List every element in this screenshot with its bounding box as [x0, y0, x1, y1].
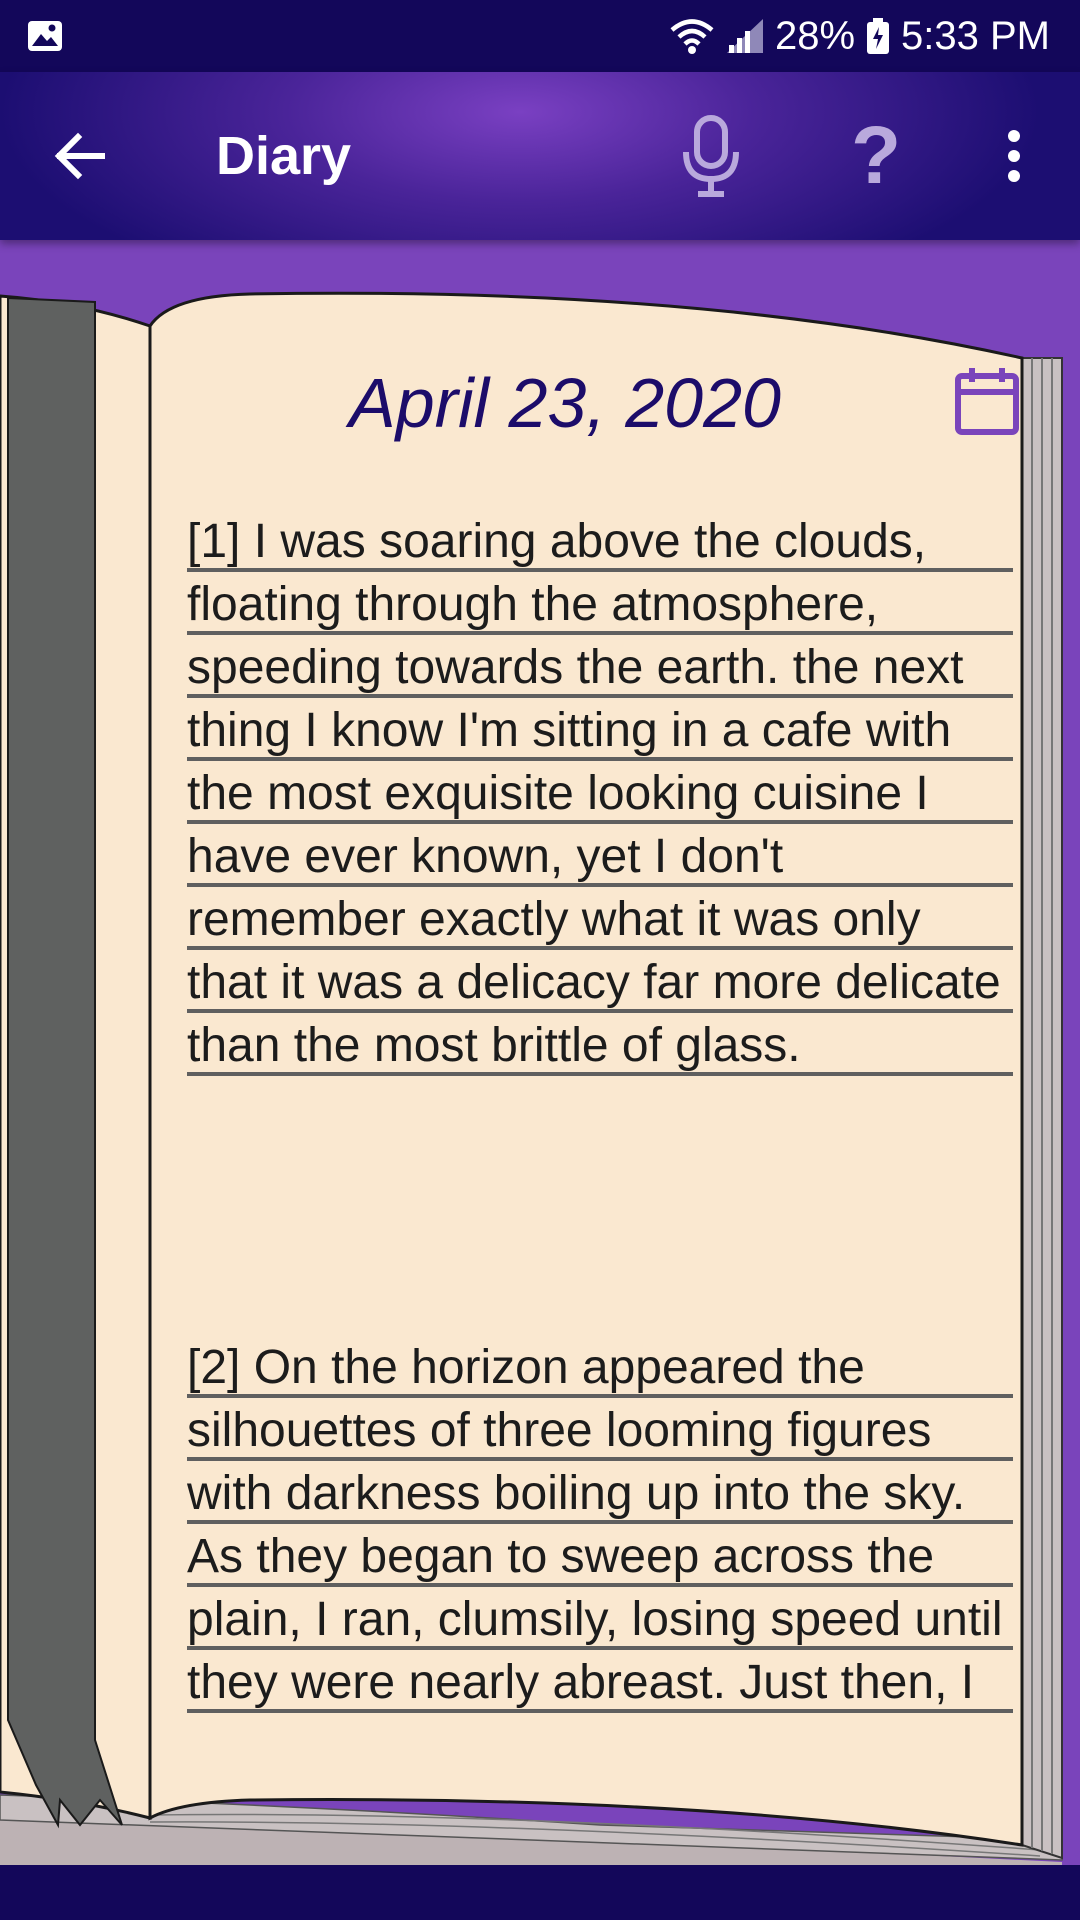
calendar-icon	[955, 368, 1019, 435]
image-icon	[26, 18, 64, 54]
calendar-button[interactable]	[954, 366, 1020, 438]
entry-date[interactable]: April 23, 2020	[150, 358, 980, 448]
microphone-icon	[683, 115, 739, 197]
diary-entry[interactable]: [1] I was soaring above the clouds, floa…	[187, 510, 1013, 1079]
back-arrow-icon	[54, 132, 105, 180]
signal-icon	[725, 17, 765, 55]
battery-percent: 28%	[774, 13, 856, 58]
battery-icon	[865, 17, 891, 55]
navigation-bar	[0, 1865, 1080, 1920]
help-button[interactable]: ?	[836, 108, 916, 204]
status-bar: 28% 5:33 PM	[0, 0, 1080, 72]
app-bar: Diary ?	[0, 72, 1080, 240]
wifi-icon	[669, 17, 715, 55]
help-icon: ?	[850, 110, 902, 201]
clock: 5:33 PM	[901, 13, 1050, 58]
diary-entry[interactable]: [2] On the horizon appeared the silhouet…	[187, 1336, 1013, 1769]
app-title: Diary	[216, 126, 352, 186]
more-vert-icon	[1008, 130, 1020, 182]
microphone-button[interactable]	[666, 108, 756, 204]
back-button[interactable]	[40, 116, 120, 196]
more-options-button[interactable]	[984, 108, 1044, 204]
